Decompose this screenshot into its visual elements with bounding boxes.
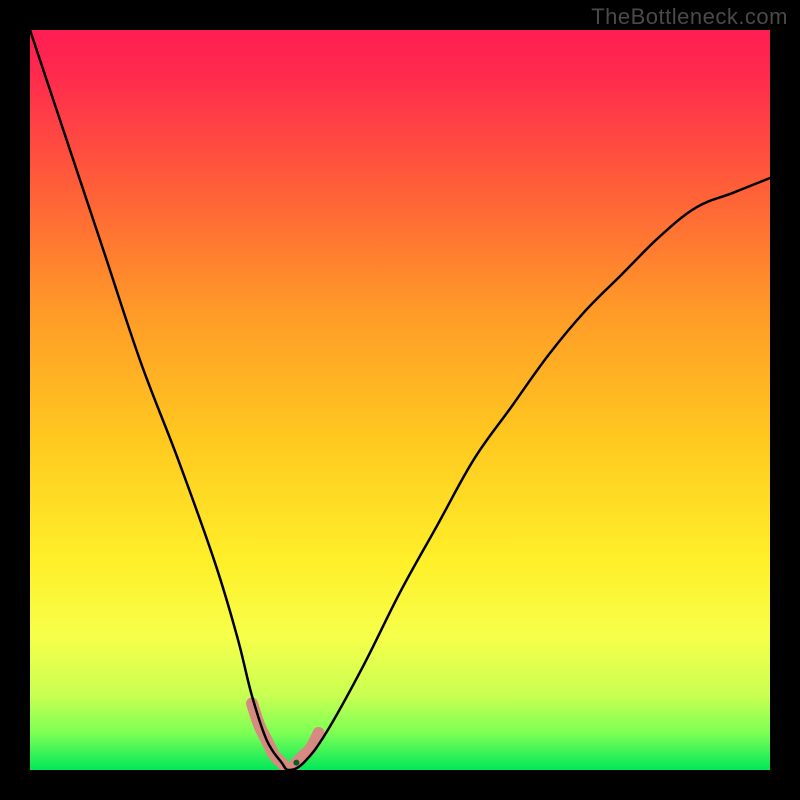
watermark-text: TheBottleneck.com [591, 4, 788, 30]
plot-frame [30, 30, 770, 770]
min-point-dot [293, 760, 299, 766]
matched-segment [252, 703, 319, 770]
curve-layer [30, 30, 770, 770]
bottleneck-curve [30, 30, 770, 770]
chart-container: TheBottleneck.com [0, 0, 800, 800]
